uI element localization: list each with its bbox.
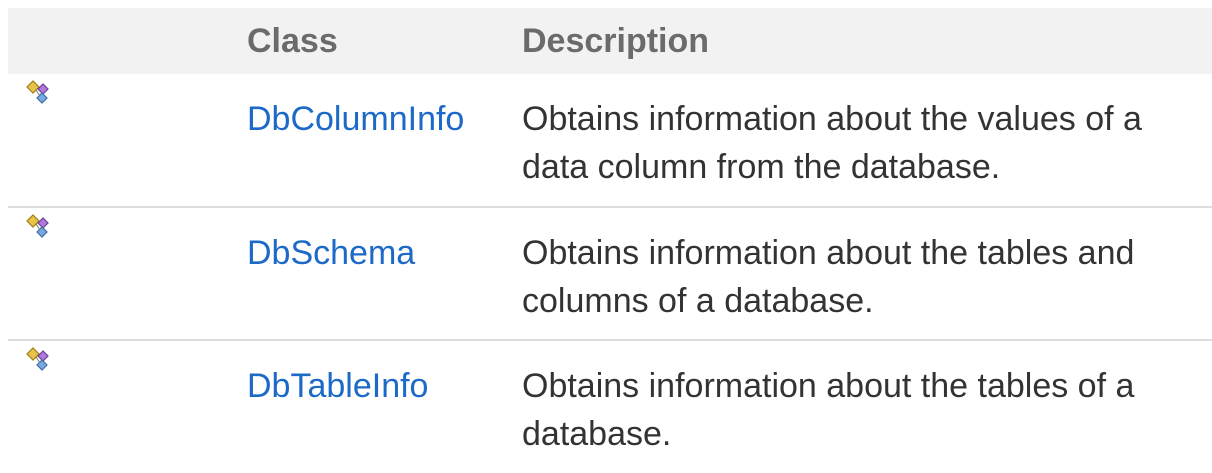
- row-class-cell: DbTableInfo: [247, 340, 522, 473]
- header-class: Class: [247, 21, 338, 60]
- public-class-icon: [24, 212, 52, 240]
- row-description-cell: Obtains information about the tables and…: [522, 207, 1212, 340]
- public-class-icon: [24, 345, 52, 373]
- row-description-cell: Obtains information about the values of …: [522, 74, 1212, 207]
- classes-table: Class Description DbColumnInfo Obtains i…: [8, 8, 1212, 473]
- row-icon-cell: [8, 207, 247, 340]
- row-description-cell: Obtains information about the tables of …: [522, 340, 1212, 473]
- table-header-row: Class Description: [8, 8, 1212, 74]
- public-class-icon: [24, 78, 52, 106]
- class-link-dbcolumninfo[interactable]: DbColumnInfo: [247, 100, 464, 138]
- class-description: Obtains information about the tables of …: [522, 367, 1135, 453]
- header-description: Description: [522, 21, 710, 60]
- row-class-cell: DbSchema: [247, 207, 522, 340]
- class-description: Obtains information about the tables and…: [522, 234, 1135, 320]
- header-icon-column: [8, 8, 247, 74]
- class-link-dbtableinfo[interactable]: DbTableInfo: [247, 367, 428, 405]
- class-description: Obtains information about the values of …: [522, 100, 1142, 186]
- row-icon-cell: [8, 340, 247, 473]
- table-row: DbColumnInfo Obtains information about t…: [8, 74, 1212, 207]
- row-class-cell: DbColumnInfo: [247, 74, 522, 207]
- table-row: DbSchema Obtains information about the t…: [8, 207, 1212, 340]
- row-icon-cell: [8, 74, 247, 207]
- table-row: DbTableInfo Obtains information about th…: [8, 340, 1212, 473]
- class-link-dbschema[interactable]: DbSchema: [247, 234, 415, 272]
